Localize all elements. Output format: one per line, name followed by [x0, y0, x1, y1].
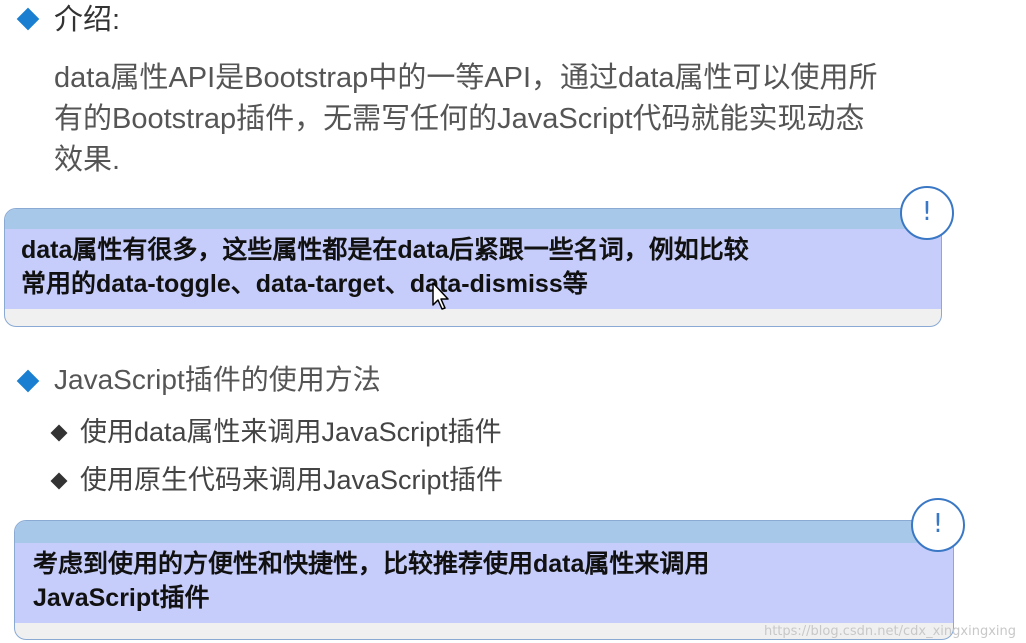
sub-bullet-diamond-icon [50, 424, 68, 442]
intro-paragraph: data属性API是Bootstrap中的一等API，通过data属性可以使用所… [54, 58, 1014, 181]
watermark: https://blog.csdn.net/cdx_xingxingxing [763, 624, 1016, 639]
intro-line: 效果. [54, 144, 121, 176]
bullet-diamond-icon [16, 369, 40, 393]
note-box-recommendation: 考虑到使用的方便性和快捷性，比较推荐使用data属性来调用 JavaScript… [14, 520, 954, 640]
exclamation-icon: ! [911, 498, 965, 552]
note-line: 考虑到使用的方便性和快捷性，比较推荐使用data属性来调用 [33, 550, 710, 578]
bullet-diamond-icon [16, 7, 40, 31]
sub-bullet-diamond-icon [50, 472, 68, 490]
note-box-data-attributes: data属性有很多，这些属性都是在data后紧跟一些名词，例如比较 常用的dat… [4, 208, 942, 327]
note-text: data属性有很多，这些属性都是在data后紧跟一些名词，例如比较 常用的dat… [21, 233, 749, 301]
note-line: JavaScript插件 [33, 584, 210, 612]
mouse-cursor-icon [432, 282, 449, 310]
note-text: 考虑到使用的方便性和快捷性，比较推荐使用data属性来调用 JavaScript… [33, 547, 709, 615]
note-line: data属性有很多，这些属性都是在data后紧跟一些名词，例如比较 [21, 236, 749, 264]
intro-line: data属性API是Bootstrap中的一等API，通过data属性可以使用所 [54, 62, 878, 94]
intro-heading: 介绍: [54, 4, 121, 36]
usage-item: 使用data属性来调用JavaScript插件 [80, 417, 502, 447]
usage-item: 使用原生代码来调用JavaScript插件 [80, 465, 504, 495]
usage-heading: JavaScript插件的使用方法 [54, 364, 381, 395]
note-line: 常用的data-toggle、data-target、data-dismiss等 [21, 270, 588, 298]
intro-line: 有的Bootstrap插件，无需写任何的JavaScript代码就能实现动态 [54, 103, 865, 135]
exclamation-icon: ! [900, 186, 954, 240]
